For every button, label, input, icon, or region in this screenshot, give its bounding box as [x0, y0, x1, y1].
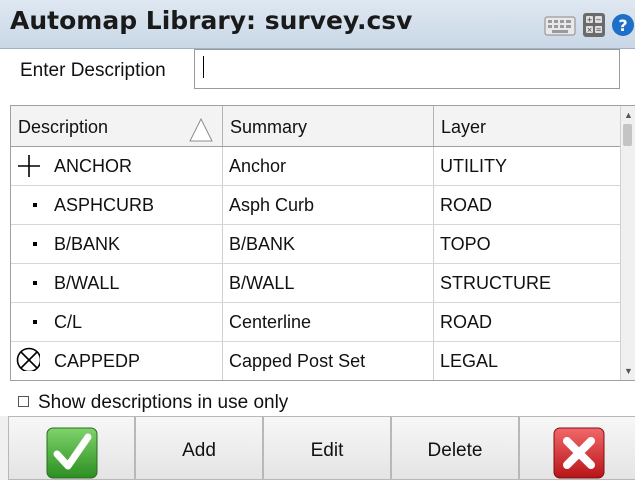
description-label: Enter Description: [20, 60, 166, 81]
sort-ascending-icon: [189, 117, 213, 142]
row-description: B/WALL: [54, 273, 120, 293]
calculator-icon[interactable]: + − × =: [582, 12, 606, 38]
svg-text:×: ×: [587, 26, 593, 34]
cancel-button[interactable]: [519, 416, 635, 480]
row-summary: Asph Curb: [222, 186, 433, 224]
row-layer: UTILITY: [433, 147, 623, 185]
edit-button[interactable]: Edit: [263, 416, 391, 480]
automap-table: Description Summary Layer ANCHOR Anchor …: [10, 105, 635, 381]
row-summary: B/BANK: [222, 225, 433, 263]
row-summary: B/WALL: [222, 264, 433, 302]
dot-symbol-icon: [33, 281, 37, 285]
dot-symbol-icon: [33, 242, 37, 246]
table-header: Description Summary Layer: [11, 106, 623, 147]
table-row[interactable]: ANCHOR Anchor UTILITY: [11, 147, 623, 186]
button-bar: Add Edit Delete: [0, 416, 635, 480]
column-header-description[interactable]: Description: [11, 106, 222, 146]
text-caret: [203, 56, 204, 78]
table-row[interactable]: B/WALL B/WALL STRUCTURE: [11, 264, 623, 303]
circle-x-symbol-icon: [16, 347, 40, 371]
svg-text:+: +: [587, 16, 593, 24]
plus-symbol-icon: [18, 155, 40, 177]
help-icon[interactable]: ?: [611, 12, 635, 38]
row-layer: ROAD: [433, 303, 623, 341]
show-in-use-checkbox[interactable]: Show descriptions in use only: [18, 392, 288, 414]
vertical-scrollbar[interactable]: ▲ ▼: [620, 106, 635, 380]
show-in-use-label: Show descriptions in use only: [38, 392, 289, 413]
table-row[interactable]: ASPHCURB Asph Curb ROAD: [11, 186, 623, 225]
keyboard-icon[interactable]: [544, 12, 576, 38]
window-title: Automap Library: survey.csv: [10, 6, 413, 35]
dot-symbol-icon: [33, 203, 37, 207]
checkmark-icon: [46, 427, 97, 479]
row-layer: ROAD: [433, 186, 623, 224]
row-layer: TOPO: [433, 225, 623, 263]
row-description: CAPPEDP: [54, 351, 141, 371]
help-glyph: ?: [618, 16, 627, 35]
column-header-summary[interactable]: Summary: [222, 106, 433, 146]
scroll-up-arrow-icon[interactable]: ▲: [624, 110, 633, 120]
scroll-down-arrow-icon[interactable]: ▼: [624, 366, 633, 376]
delete-button[interactable]: Delete: [391, 416, 519, 480]
row-description: ANCHOR: [54, 156, 133, 176]
svg-text:−: −: [596, 16, 602, 24]
red-x-icon: [553, 427, 605, 479]
row-summary: Anchor: [222, 147, 433, 185]
dot-symbol-icon: [33, 320, 37, 324]
table-row[interactable]: CAPPEDP Capped Post Set LEGAL: [11, 342, 623, 380]
row-description: C/L: [54, 312, 83, 332]
checkbox-box[interactable]: [18, 396, 29, 407]
row-summary: Centerline: [222, 303, 433, 341]
row-layer: STRUCTURE: [433, 264, 623, 302]
ok-button[interactable]: [8, 416, 135, 480]
row-summary: Capped Post Set: [222, 342, 433, 380]
table-body: ANCHOR Anchor UTILITY ASPHCURB Asph Curb…: [11, 147, 623, 380]
column-header-layer[interactable]: Layer: [433, 106, 623, 146]
column-header-label: Description: [18, 117, 109, 137]
table-row[interactable]: C/L Centerline ROAD: [11, 303, 623, 342]
row-layer: LEGAL: [433, 342, 623, 380]
row-description: ASPHCURB: [54, 195, 155, 215]
table-row[interactable]: B/BANK B/BANK TOPO: [11, 225, 623, 264]
row-description: B/BANK: [54, 234, 121, 254]
scrollbar-thumb[interactable]: [623, 124, 632, 146]
add-button[interactable]: Add: [135, 416, 263, 480]
svg-text:=: =: [596, 26, 602, 34]
description-input[interactable]: [194, 49, 620, 89]
title-bar: Automap Library: survey.csv + − × = ?: [0, 0, 635, 49]
